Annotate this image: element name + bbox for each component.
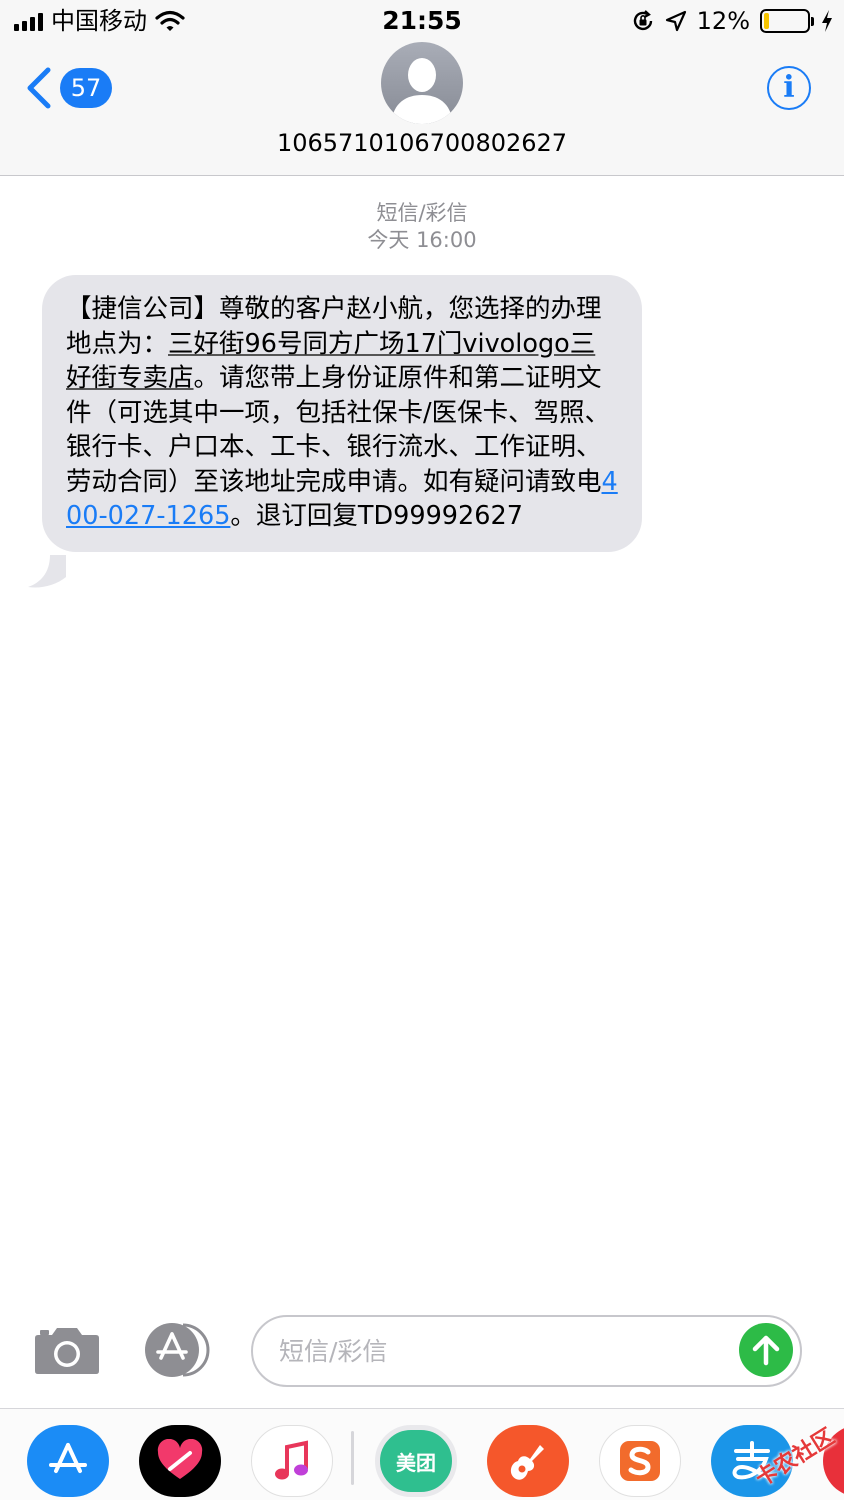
- garageband-app[interactable]: [487, 1425, 569, 1497]
- digital-touch-icon: [157, 1439, 203, 1479]
- contact-avatar[interactable]: [381, 42, 463, 124]
- chevron-left-icon: [27, 67, 51, 109]
- meituan-label: 美团: [396, 1450, 436, 1475]
- charging-bolt-icon: [822, 10, 832, 32]
- message-input[interactable]: [251, 1315, 802, 1387]
- app-store-app[interactable]: [27, 1425, 109, 1497]
- message-timestamp: 今天 16:00: [367, 228, 477, 252]
- drawer-divider: [351, 1431, 354, 1485]
- music-note-icon: [275, 1440, 308, 1480]
- status-bar: 中国移动 21:55 12%: [0, 0, 844, 44]
- rotation-lock-icon: [633, 10, 652, 31]
- sogou-icon: [620, 1441, 660, 1481]
- app-store-button[interactable]: [143, 1322, 215, 1378]
- meituan-app[interactable]: 美团: [375, 1425, 457, 1497]
- message-composer: [0, 1310, 844, 1400]
- battery-icon: [760, 9, 814, 33]
- digital-touch-app[interactable]: [139, 1425, 221, 1497]
- guitar-icon: [510, 1445, 544, 1480]
- unread-count-badge: 57: [60, 68, 112, 108]
- info-button[interactable]: i: [767, 66, 811, 110]
- send-button[interactable]: [739, 1323, 793, 1377]
- sogou-app[interactable]: [599, 1425, 681, 1497]
- music-app[interactable]: [251, 1425, 333, 1497]
- thread-meta: 短信/彩信 今天 16:00: [0, 200, 844, 254]
- camera-icon: [35, 1328, 99, 1374]
- contact-number[interactable]: 1065710106700802627: [0, 128, 844, 158]
- back-button[interactable]: 57: [24, 66, 112, 110]
- app-store-icon: [49, 1443, 87, 1473]
- received-message-bubble[interactable]: 【捷信公司】尊敬的客户赵小航，您选择的办理地点为：三好街96号同方广场17门vi…: [42, 275, 642, 552]
- location-arrow-icon: [665, 10, 686, 32]
- battery-level: [764, 13, 770, 29]
- person-silhouette-icon: [391, 58, 453, 124]
- app-store-icon: [145, 1323, 210, 1377]
- bubble-tail: [28, 555, 66, 588]
- arrow-up-icon: [752, 1335, 780, 1366]
- imessage-app-drawer: 美团: [0, 1408, 844, 1500]
- camera-button[interactable]: [34, 1325, 100, 1375]
- message-text: 。退订回复TD99992627: [230, 501, 523, 531]
- battery-percent: 12%: [696, 7, 750, 35]
- service-label: 短信/彩信: [376, 201, 468, 225]
